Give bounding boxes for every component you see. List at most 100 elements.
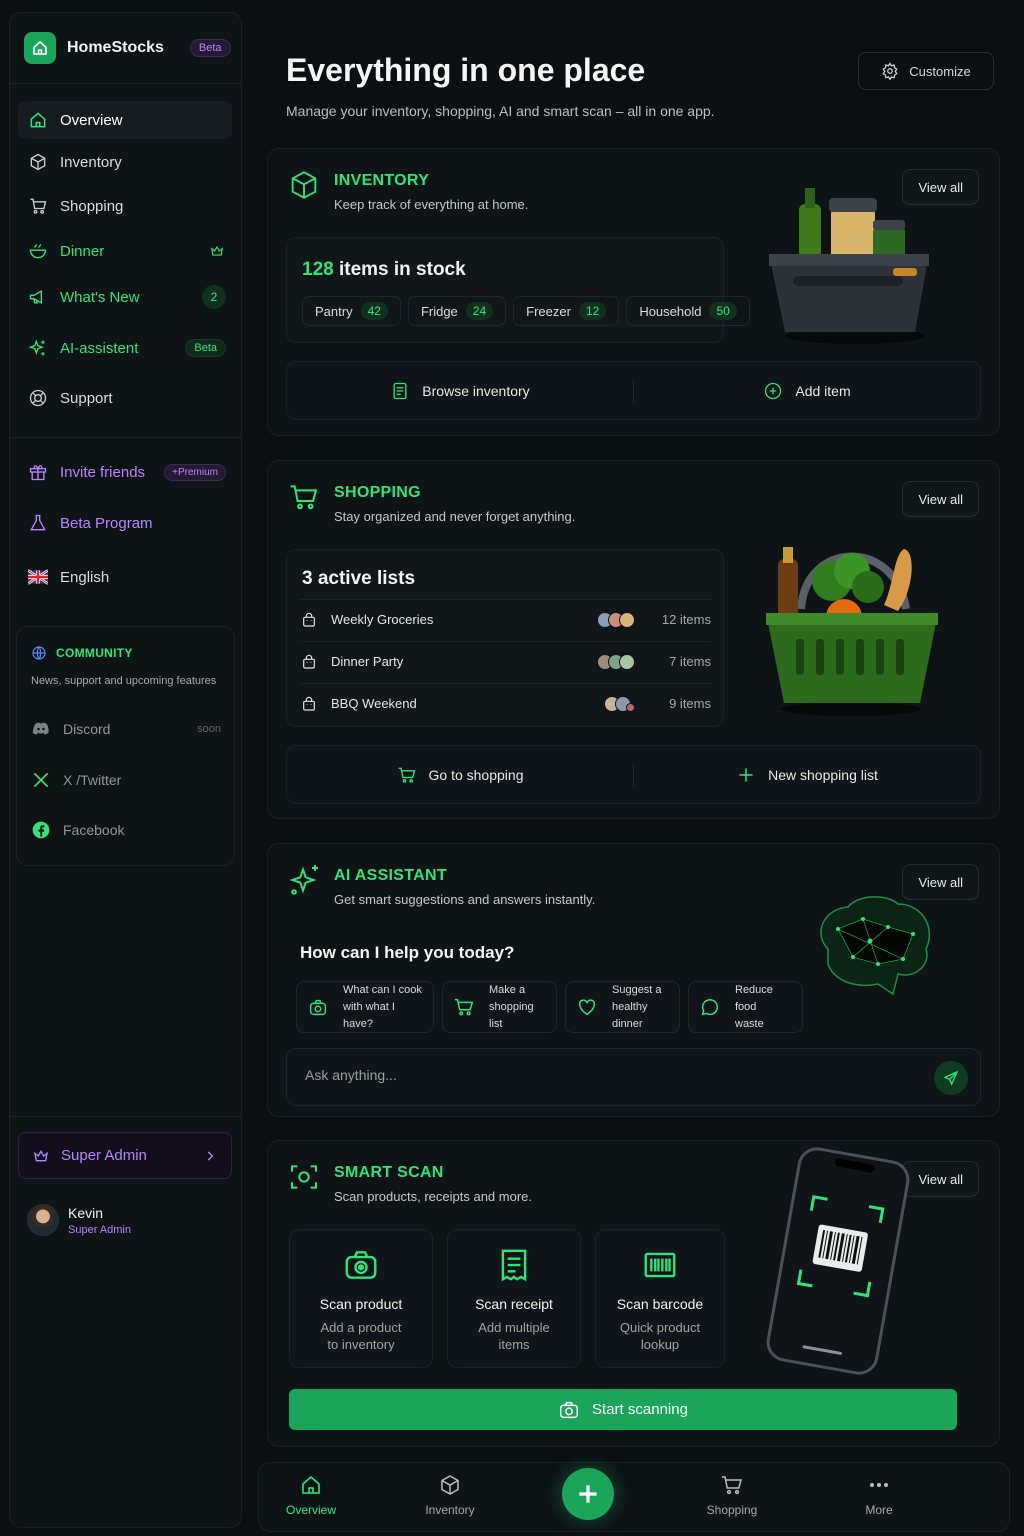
lifebuoy-icon xyxy=(29,389,47,407)
flask-icon xyxy=(30,514,46,531)
ai-title: AI ASSISTANT xyxy=(334,867,447,884)
super-admin-button[interactable]: Super Admin xyxy=(18,1132,232,1179)
go-shopping-label: Go to shopping xyxy=(428,766,524,783)
sidebar-item-inventory[interactable]: Inventory xyxy=(18,143,232,181)
tab-shopping[interactable]: Shopping xyxy=(687,1473,777,1517)
scan-receipt-tile[interactable]: Scan receipt Add multiple items xyxy=(447,1229,581,1368)
globe-icon xyxy=(32,646,46,660)
cart-icon xyxy=(722,1476,742,1495)
send-button[interactable] xyxy=(934,1061,968,1095)
cart-icon xyxy=(398,767,415,783)
tab-overview[interactable]: Overview xyxy=(266,1473,356,1517)
browse-label: Browse inventory xyxy=(422,382,530,399)
scan-product-tile[interactable]: Scan product Add a product to inventory xyxy=(289,1229,433,1368)
category-chip-fridge[interactable]: Fridge 24 xyxy=(407,296,507,326)
tile-description: Add a product xyxy=(320,1320,402,1335)
gift-icon xyxy=(29,465,47,481)
suggestion-chip-shopping-list[interactable]: Make a shopping list xyxy=(442,981,557,1033)
page-title: Everything in one place xyxy=(286,52,646,88)
inventory-card: INVENTORY Keep track of everything at ho… xyxy=(267,148,1000,436)
add-item-button[interactable]: Add item xyxy=(634,362,980,419)
crown-icon xyxy=(34,1149,48,1161)
active-lists-panel: 3 active lists Weekly Groceries 12 items… xyxy=(286,549,724,727)
suggestion-chip-reduce-waste[interactable]: Reduce food waste xyxy=(688,981,803,1033)
smart-scan-card: SMART SCAN Scan products, receipts and m… xyxy=(267,1140,1000,1447)
add-fab-button[interactable] xyxy=(562,1468,614,1520)
language-selector[interactable]: English xyxy=(18,558,232,596)
sidebar-item-label: Shopping xyxy=(60,197,124,215)
list-item[interactable]: Dinner Party 7 items xyxy=(299,641,711,681)
sidebar-item-whats-new[interactable]: What's New 2 xyxy=(18,278,232,316)
shopping-view-all-button[interactable]: View all xyxy=(902,481,979,517)
brand[interactable]: HomeStocks Beta xyxy=(24,32,231,64)
chip-label: Freezer xyxy=(526,303,571,319)
list-count: 7 items xyxy=(669,654,711,669)
receipt-icon xyxy=(501,1249,527,1282)
more-dots-icon xyxy=(870,1483,888,1487)
sidebar-item-shopping[interactable]: Shopping xyxy=(18,187,232,225)
suggestion-line: healthy dinner xyxy=(612,1000,648,1030)
shopping-actions: Go to shopping New shopping list xyxy=(286,745,981,804)
box-icon xyxy=(30,153,46,171)
list-name: BBQ Weekend xyxy=(331,696,417,711)
go-to-shopping-button[interactable]: Go to shopping xyxy=(287,746,633,803)
beta-program-link[interactable]: Beta Program xyxy=(18,504,232,542)
twitter-link[interactable]: X /Twitter xyxy=(31,770,121,790)
category-chip-pantry[interactable]: Pantry 42 xyxy=(302,296,401,326)
scan-barcode-tile[interactable]: Scan barcode Quick product lookup xyxy=(595,1229,725,1368)
user-profile[interactable]: Kevin Super Admin xyxy=(27,1204,131,1236)
suggestion-chip-cook[interactable]: What can I cook with what I have? xyxy=(296,981,434,1033)
tab-label: More xyxy=(865,1503,893,1517)
scan-frame-icon xyxy=(291,1165,317,1189)
premium-badge: +Premium xyxy=(164,463,226,481)
sidebar-item-support[interactable]: Support xyxy=(18,379,232,417)
suggestion-line: Suggest a xyxy=(612,983,662,996)
scan-view-all-button[interactable]: View all xyxy=(902,1161,979,1197)
avatar xyxy=(27,1204,59,1236)
customize-button[interactable]: Customize xyxy=(858,52,994,90)
avatar-group xyxy=(604,695,635,712)
x-twitter-icon xyxy=(33,772,49,788)
shopping-title: SHOPPING xyxy=(334,484,421,501)
tab-label: Shopping xyxy=(706,1503,758,1517)
tile-description: lookup xyxy=(640,1337,680,1352)
soon-badge: soon xyxy=(197,723,221,735)
sparkle-icon xyxy=(28,339,45,356)
ask-input[interactable] xyxy=(305,1067,905,1083)
list-item[interactable]: Weekly Groceries 12 items xyxy=(299,599,711,639)
heart-icon xyxy=(578,999,596,1016)
beta-badge: Beta xyxy=(185,339,226,357)
browse-inventory-button[interactable]: Browse inventory xyxy=(287,362,633,419)
discord-link[interactable]: Discord soon xyxy=(31,719,221,739)
stock-count-label: items in stock xyxy=(338,259,466,280)
shopping-subtitle: Stay organized and never forget anything… xyxy=(334,509,576,524)
community-title: COMMUNITY xyxy=(56,646,133,660)
facebook-link[interactable]: Facebook xyxy=(31,820,124,840)
sidebar-item-overview[interactable]: Overview xyxy=(18,101,232,139)
megaphone-icon xyxy=(29,290,42,304)
language-label: English xyxy=(60,568,110,586)
start-scanning-button[interactable]: Start scanning xyxy=(289,1389,957,1430)
chip-count: 50 xyxy=(709,302,737,320)
tab-more[interactable]: More xyxy=(834,1473,924,1517)
suggestion-line: What can I cook xyxy=(343,983,422,996)
box-icon xyxy=(291,171,317,199)
suggestion-line: Make a xyxy=(489,983,526,996)
chip-count: 24 xyxy=(465,302,494,320)
sidebar-item-label: AI-assistent xyxy=(60,339,139,357)
tile-description: items xyxy=(498,1337,530,1352)
invite-friends-link[interactable]: Invite friends +Premium xyxy=(18,453,232,491)
plus-icon xyxy=(739,767,753,782)
category-chip-freezer[interactable]: Freezer 12 xyxy=(513,296,620,326)
beta-program-label: Beta Program xyxy=(60,514,153,532)
sidebar-item-dinner[interactable]: Dinner xyxy=(18,232,232,270)
new-shopping-list-button[interactable]: New shopping list xyxy=(634,746,980,803)
bag-icon xyxy=(303,612,315,627)
list-item[interactable]: BBQ Weekend 9 items xyxy=(299,683,711,723)
tab-inventory[interactable]: Inventory xyxy=(405,1473,495,1517)
sidebar-item-ai-assistant[interactable]: AI-assistent Beta xyxy=(18,329,232,367)
suggestion-chip-healthy-dinner[interactable]: Suggest a healthy dinner xyxy=(565,981,680,1033)
ai-assistant-card: AI ASSISTANT Get smart suggestions and a… xyxy=(267,843,1000,1117)
category-chip-household[interactable]: Household 50 xyxy=(626,296,750,326)
box-icon xyxy=(441,1475,459,1495)
